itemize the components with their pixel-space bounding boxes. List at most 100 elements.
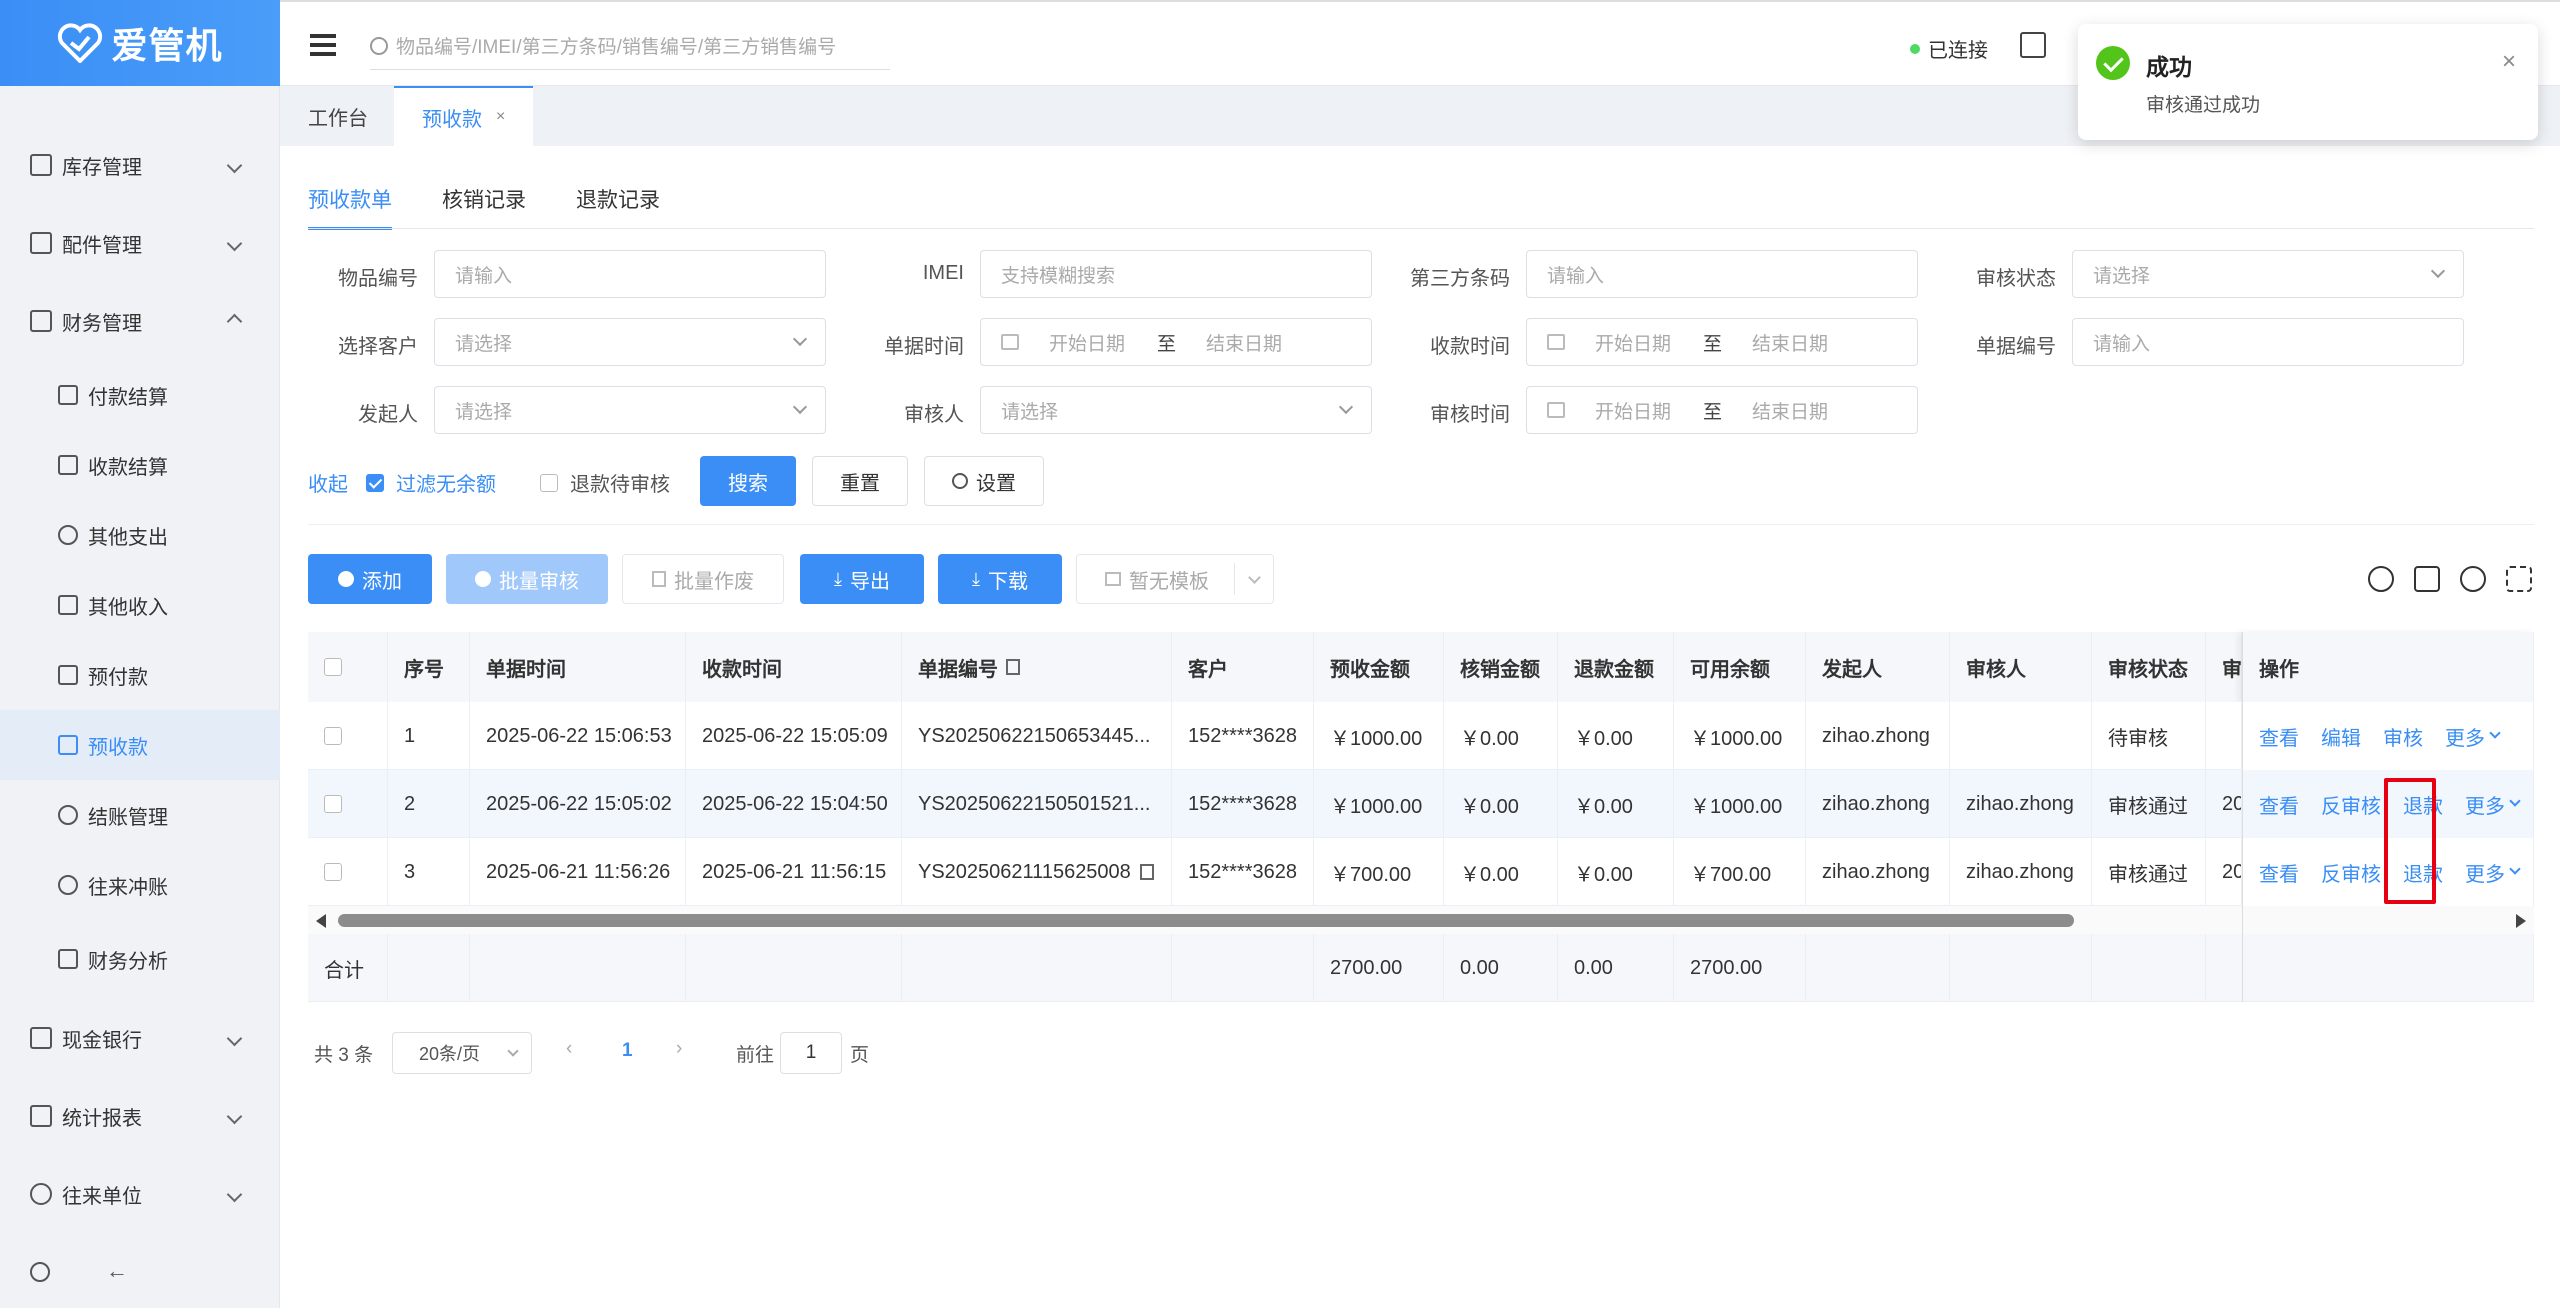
subtab-writeoff-records[interactable]: 核销记录	[442, 186, 526, 230]
collapse-sidebar-icon[interactable]: ←	[106, 1258, 128, 1284]
sidebar-item-cash-bank[interactable]: 现金银行	[0, 1003, 280, 1073]
summary-prepaid: 2700.00	[1314, 934, 1444, 1002]
next-page-icon[interactable]: ›	[676, 1038, 682, 1060]
sidebar-subitem-label: 预付款	[88, 666, 148, 689]
reset-button[interactable]: 重置	[812, 456, 908, 506]
col-receipt-time[interactable]: 收款时间	[686, 632, 902, 702]
collapse-link[interactable]: 收起	[308, 468, 348, 497]
goto-page-input[interactable]: 1	[780, 1032, 842, 1074]
sidebar-subitem-prereceipt[interactable]: 预收款	[0, 710, 280, 780]
third-code-input[interactable]: 请输入	[1526, 250, 1918, 298]
export-button[interactable]: ⤓ 导出	[800, 554, 924, 604]
sidebar-item-finance[interactable]: 财务管理	[0, 286, 280, 356]
header-select-all[interactable]	[308, 632, 388, 702]
imei-input[interactable]: 支持模糊搜索	[980, 250, 1372, 298]
download-button[interactable]: ⤓ 下载	[938, 554, 1062, 604]
auditor-select[interactable]: 请选择	[980, 386, 1372, 434]
receipt-time-range[interactable]: 开始日期 至 结束日期	[1526, 318, 1918, 366]
copy-icon[interactable]	[1140, 864, 1154, 880]
chevron-down-icon	[226, 1108, 243, 1124]
settings-button[interactable]: 设置	[924, 456, 1044, 506]
page-size-select[interactable]: 20条/页	[392, 1032, 532, 1074]
action-second-link[interactable]: 编辑	[2321, 722, 2361, 751]
scroll-right-icon[interactable]	[2516, 914, 2526, 928]
sidebar-subitem-offset[interactable]: 往来冲账	[0, 850, 280, 920]
close-icon[interactable]: ×	[496, 108, 505, 126]
doc-no-input[interactable]: 请输入	[2072, 318, 2464, 366]
action-more-link[interactable]: 更多	[2465, 858, 2505, 887]
sidebar-item-partners[interactable]: 往来单位	[0, 1159, 280, 1229]
scan-icon[interactable]	[2020, 32, 2046, 58]
current-page[interactable]: 1	[622, 1040, 633, 1062]
col-doc-no[interactable]: 单据编号	[902, 632, 1172, 702]
subtab-prereceipt-doc[interactable]: 预收款单	[308, 186, 392, 230]
toast-close-icon[interactable]: ×	[2502, 48, 2516, 76]
sidebar-item-parts[interactable]: 配件管理	[0, 208, 280, 278]
sidebar-subitem-payment[interactable]: 付款结算	[0, 360, 280, 430]
gear-icon[interactable]	[30, 1262, 50, 1282]
audit-status-select[interactable]: 请选择	[2072, 250, 2464, 298]
sidebar-subitem-other-income[interactable]: 其他收入	[0, 570, 280, 640]
menu-toggle-icon[interactable]	[310, 34, 336, 56]
prev-page-icon[interactable]: ‹	[566, 1038, 572, 1060]
action-view-link[interactable]: 查看	[2259, 858, 2299, 887]
tab-prereceipt[interactable]: 预收款 ×	[394, 86, 534, 146]
action-view-link[interactable]: 查看	[2259, 722, 2299, 751]
initiator-select[interactable]: 请选择	[434, 386, 826, 434]
subtab-refund-records[interactable]: 退款记录	[576, 186, 660, 230]
action-more-link[interactable]: 更多	[2465, 790, 2505, 819]
filter-no-balance-checkbox[interactable]: 过滤无余额	[366, 468, 496, 497]
summary-label: 合计	[308, 934, 388, 1002]
doc-time-range[interactable]: 开始日期 至 结束日期	[980, 318, 1372, 366]
action-second-link[interactable]: 反审核	[2321, 790, 2381, 819]
scroll-left-icon[interactable]	[316, 914, 326, 928]
sidebar-subitem-analysis[interactable]: 财务分析	[0, 924, 280, 994]
item-no-input[interactable]: 请输入	[434, 250, 826, 298]
cell-status: 审核通过	[2092, 838, 2206, 906]
export-label: 导出	[849, 570, 890, 593]
cell-no: 3	[388, 838, 470, 906]
scrollbar-thumb[interactable]	[338, 914, 2074, 927]
chevron-up-icon	[226, 313, 243, 330]
action-more-link[interactable]: 更多	[2445, 722, 2485, 751]
tab-workbench[interactable]: 工作台	[280, 86, 396, 146]
sidebar-subitem-prepayment[interactable]: 预付款	[0, 640, 280, 710]
action-third-link[interactable]: 审核	[2383, 722, 2423, 751]
action-second-link[interactable]: 反审核	[2321, 858, 2381, 887]
bank-icon	[30, 1027, 52, 1049]
cell-doc-no: YS20250621115625008	[902, 838, 1172, 906]
action-view-link[interactable]: 查看	[2259, 790, 2299, 819]
column-density-icon[interactable]	[2414, 566, 2440, 592]
gear-icon[interactable]	[2460, 566, 2486, 592]
check-circle-icon	[475, 571, 491, 587]
add-button[interactable]: 添加	[308, 554, 432, 604]
col-actions: 操作	[2242, 632, 2534, 702]
date-to: 至	[1157, 333, 1177, 355]
date-end: 结束日期	[1752, 333, 1829, 355]
audit-time-range[interactable]: 开始日期 至 结束日期	[1526, 386, 1918, 434]
sidebar-subitem-other-expense[interactable]: 其他支出	[0, 500, 280, 570]
sidebar-subitem-receipt[interactable]: 收款结算	[0, 430, 280, 500]
search-icon[interactable]	[2368, 566, 2394, 592]
app-logo[interactable]: 爱管机	[0, 0, 280, 86]
download-icon: ⤓	[972, 568, 980, 589]
batch-audit-button[interactable]: 批量审核	[446, 554, 608, 604]
sidebar-subitem-closing[interactable]: 结账管理	[0, 780, 280, 850]
sidebar-item-inventory[interactable]: 库存管理	[0, 130, 280, 200]
row-checkbox[interactable]	[308, 702, 388, 770]
horizontal-scrollbar[interactable]	[308, 906, 2242, 934]
customer-select[interactable]: 请选择	[434, 318, 826, 366]
sidebar-item-reports[interactable]: 统计报表	[0, 1081, 280, 1151]
global-search-input[interactable]: 物品编号/IMEI/第三方条码/销售编号/第三方销售编号	[370, 22, 890, 70]
batch-void-button[interactable]: 批量作废	[622, 554, 784, 604]
col-doc-time[interactable]: 单据时间	[470, 632, 686, 702]
row-checkbox[interactable]	[308, 770, 388, 838]
print-template-button[interactable]: 暂无模板	[1076, 554, 1274, 604]
search-button[interactable]: 搜索	[700, 456, 796, 506]
copy-icon[interactable]	[1006, 659, 1020, 675]
income-icon	[58, 595, 78, 615]
fullscreen-icon[interactable]	[2506, 566, 2532, 592]
refund-pending-checkbox[interactable]: 退款待审核	[540, 468, 670, 497]
row-checkbox[interactable]	[308, 838, 388, 906]
split-divider	[1234, 563, 1235, 595]
